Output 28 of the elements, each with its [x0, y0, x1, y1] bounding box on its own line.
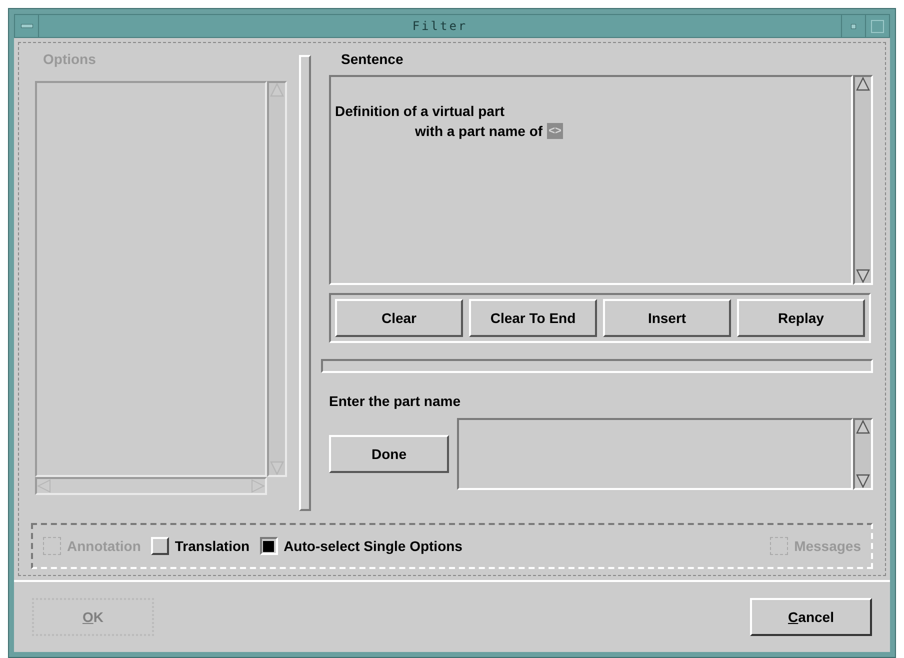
- vertical-scrollbar[interactable]: [853, 75, 873, 285]
- scroll-down-arrow-icon[interactable]: [856, 269, 870, 283]
- scroll-up-arrow-icon[interactable]: [856, 77, 870, 91]
- prompt-label: Enter the part name: [329, 392, 462, 411]
- scroll-down-arrow-icon[interactable]: [856, 474, 870, 488]
- vertical-scrollbar[interactable]: [853, 418, 873, 490]
- sentence-button[interactable]: Replay: [737, 299, 865, 337]
- maximize-icon: [871, 20, 884, 32]
- done-button[interactable]: Done: [329, 435, 449, 473]
- scroll-up-arrow-icon[interactable]: [856, 420, 870, 434]
- sentence-button[interactable]: Clear To End: [469, 299, 597, 337]
- menu-icon: [20, 24, 32, 28]
- sentence-line: with a part name of: [415, 122, 543, 141]
- pane-sash[interactable]: [299, 55, 311, 511]
- sentence-line: Definition of a virtual part: [335, 102, 505, 121]
- checkbox[interactable]: Auto-select Single Options: [260, 536, 462, 556]
- part-name-field[interactable]: [457, 418, 853, 490]
- sentence-button[interactable]: Insert: [603, 299, 731, 337]
- scroll-right-arrow-icon: [251, 479, 265, 493]
- scroll-left-arrow-icon: [37, 479, 51, 493]
- dialog-button[interactable]: Cancel: [750, 598, 872, 636]
- sentence-label: Sentence: [340, 50, 404, 69]
- sentence-button[interactable]: Clear: [335, 299, 463, 337]
- checkbox[interactable]: Translation: [150, 536, 250, 556]
- window-title: Filter: [411, 18, 469, 35]
- minimize-icon: [851, 24, 856, 28]
- sentence-text-area[interactable]: Definition of a virtual part with a part name of <>: [329, 75, 853, 285]
- horizontal-scrollbar[interactable]: [35, 477, 267, 495]
